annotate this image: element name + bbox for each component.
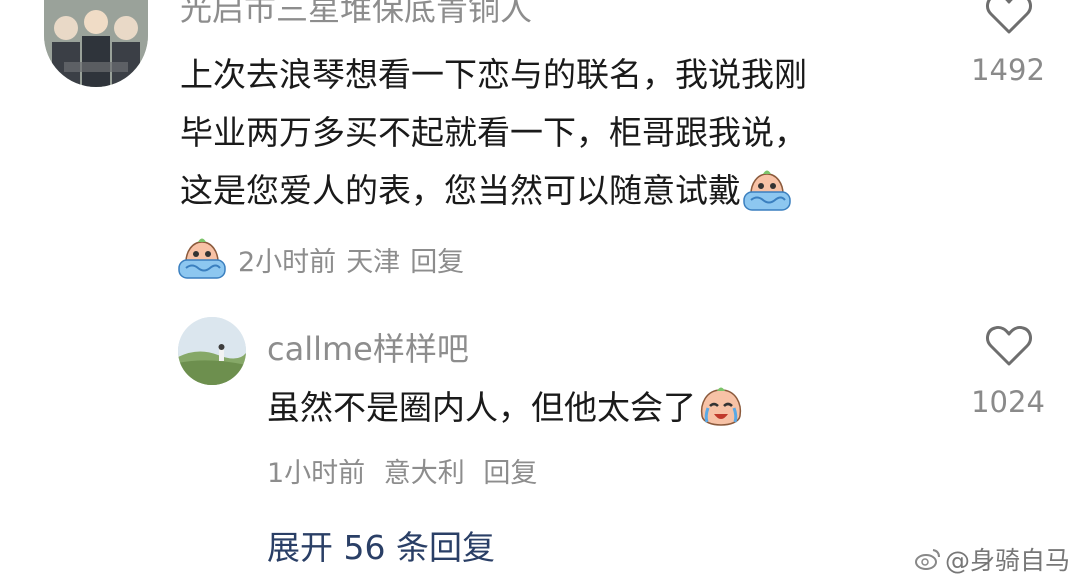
reply-location: 意大利 (383, 458, 465, 489)
comment-text-line: 上次去浪琴想看一下恋与的联名，我说我刚 (180, 55, 807, 94)
weibo-logo-icon (915, 549, 940, 570)
comment-reply-button[interactable]: 回复 (410, 240, 464, 279)
expand-replies-button[interactable]: 展开 56 条回复 (267, 521, 495, 569)
replier-username[interactable]: callme样样吧 (267, 324, 469, 370)
reply-reply-button[interactable]: 回复 (483, 458, 537, 489)
comment-like-button[interactable] (985, 0, 1033, 40)
watermark-text: @身骑自马 (945, 546, 1071, 575)
watermark: @身骑自马 (915, 541, 1070, 577)
crying-emoji-icon (700, 387, 742, 426)
comment-text-line: 这是您爱人的表，您当然可以随意试戴 (180, 171, 741, 210)
reply-meta: 1小时前 意大利 回复 (267, 451, 547, 490)
reply-like-button[interactable] (985, 324, 1033, 372)
reply-body: 虽然不是圈内人，但他太会了 (267, 379, 746, 437)
comment-text-line: 毕业两万多买不起就看一下，柜哥跟我说， (180, 113, 807, 152)
commenter-avatar[interactable] (44, 0, 148, 87)
comment-time: 2小时前 (238, 246, 337, 278)
crying-emoji-icon (178, 238, 226, 279)
commenter-username[interactable]: 光启市三星堆保底青铜人 (180, 0, 532, 30)
reply-like-count: 1024 (971, 385, 1045, 419)
comment-like-count: 1492 (971, 53, 1045, 87)
replier-avatar[interactable] (178, 317, 246, 385)
heart-outline-icon[interactable] (985, 0, 1033, 36)
comment-meta: 2小时前 天津 回复 (176, 236, 474, 282)
crying-emoji-icon (743, 170, 791, 211)
reply-time: 1小时前 (267, 458, 366, 489)
reply-text: 虽然不是圈内人，但他太会了 (267, 388, 696, 427)
heart-outline-icon[interactable] (985, 324, 1033, 368)
comment-body: 上次去浪琴想看一下恋与的联名，我说我刚 毕业两万多买不起就看一下，柜哥跟我说， … (180, 46, 807, 220)
comment-location: 天津 (346, 246, 401, 278)
